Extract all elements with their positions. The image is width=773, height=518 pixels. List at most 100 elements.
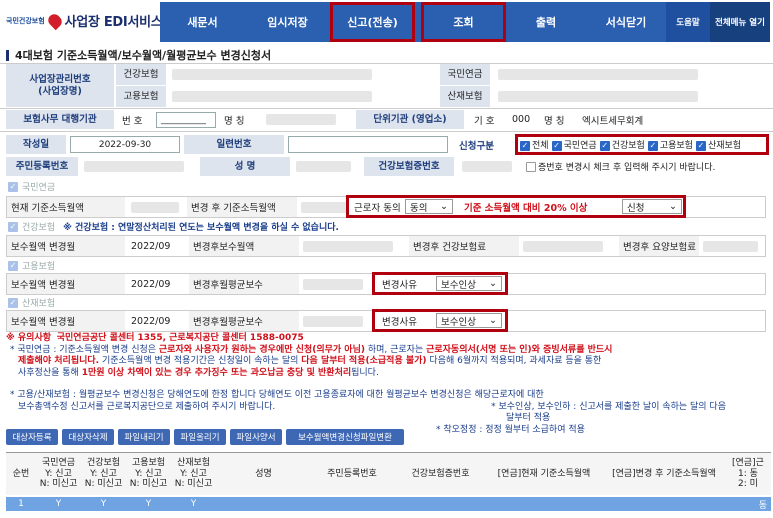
notice-head: ※ 유의사항 <box>6 333 52 343</box>
health-month-value: 2022/09 <box>131 240 171 252</box>
page-title-text: 4대보험 기준소득월액/보수월액/월평균보수 변경신청서 <box>15 49 272 62</box>
health-after-value <box>299 236 409 256</box>
rrn-value <box>80 158 200 175</box>
card-change-option[interactable]: 증번호 변경시 체크 후 입력해 주시기 바랍니다. <box>522 158 766 175</box>
consent-select[interactable]: 동의 ⌄ <box>405 199 453 214</box>
health-care-value <box>699 236 765 256</box>
accident-after-label: 변경후월평균보수 <box>189 311 299 331</box>
nav-help[interactable]: 도움말 <box>666 2 710 42</box>
agent-name-value <box>262 111 352 128</box>
employment-employer-no <box>168 88 436 105</box>
accident-reason-label: 변경사유 <box>382 317 417 328</box>
health-employer-no <box>168 66 436 83</box>
type-all-checkbox[interactable]: ✓ 전체 <box>520 138 549 151</box>
unit-code-label: 기 호 <box>470 111 508 128</box>
health-month-label: 보수월액 변경월 <box>7 236 125 256</box>
col-no: 순번 <box>6 453 36 495</box>
request-select[interactable]: 신청 ⌄ <box>622 199 682 214</box>
accident-employer-no <box>494 88 766 105</box>
employment-month-label: 보수월액 변경월 <box>7 274 125 294</box>
col-after-income: [연금]변경 후 기준소득월액 <box>600 453 728 495</box>
unit-name-label: 명 칭 <box>540 111 578 128</box>
brand-text: 국민건강보험 <box>6 16 45 25</box>
col-current-income: [연금]현재 기준소득월액 <box>488 453 600 495</box>
health-note: ※ 건강보험 : 연말정산처리된 연도는 보수월액 변경을 하실 수 없습니다. <box>63 223 339 233</box>
pension-label: 국민연금 <box>440 64 490 85</box>
accident-after-value <box>299 311 375 331</box>
health-label: 건강보험 <box>116 64 166 85</box>
col-pension: 국민연금 Y: 신고 N: 미신고 <box>36 453 81 495</box>
health-premium-label: 변경후 건강보험료 <box>409 236 519 256</box>
nav-all-menu[interactable]: 전체메뉴 열기 <box>710 2 770 42</box>
pension-section-label: ✓ 국민연금 <box>8 181 56 193</box>
serial-label: 일련번호 <box>184 135 284 154</box>
logo: 국민건강보험 사업장 EDI서비스 <box>6 11 163 30</box>
notice-contact: 국민연금공단 콜센터 1355, 근로복지공단 콜센터 1588-0075 <box>56 333 304 343</box>
health-after-label: 변경후보수월액 <box>189 236 299 256</box>
chevron-down-icon: ⌄ <box>440 201 448 212</box>
accident-month-value: 2022/09 <box>131 315 171 327</box>
accident-label: 산재보험 <box>440 86 490 107</box>
nav-temp-save[interactable]: 임시저장 <box>245 2 330 42</box>
unit-label: 단위기관 (영업소) <box>356 110 464 129</box>
type-pension-checkbox[interactable]: ✓ 국민연금 <box>551 138 597 151</box>
accident-section-label: ✓ 산재보험 <box>8 297 56 309</box>
health-section-label: ✓ 건강보험 ※ 건강보험 : 연말정산처리된 연도는 보수월액 변경을 하실 수 … <box>8 221 339 233</box>
employment-after-value <box>299 274 375 294</box>
file-spec-button[interactable]: 파일사양서 <box>230 429 282 445</box>
agent-no-input[interactable]: __________ <box>156 112 216 128</box>
accident-month-label: 보수월액 변경월 <box>7 311 125 331</box>
notice-employment-2: 보수총액수정 신고서를 근로복지공단으로 제출하여 주시기 바랍니다. <box>18 401 276 412</box>
col-accident: 산재보험 Y: 신고 N: 미신고 <box>171 453 216 495</box>
agent-label: 보험사무 대행기관 <box>6 110 114 129</box>
nav-new-document[interactable]: 새문서 <box>160 2 245 42</box>
employment-month-value: 2022/09 <box>131 278 171 290</box>
col-health: 건강보험 Y: 신고 N: 미신고 <box>81 453 126 495</box>
type-accident-checkbox[interactable]: ✓ 산재보험 <box>695 138 741 151</box>
pension-warning: 기준 소득월액 대비 20% 이상 <box>464 203 588 214</box>
convert-file-button[interactable]: 보수월액변경신청파일변환 <box>286 429 404 445</box>
consent-label: 근로자 동의 <box>354 203 401 214</box>
employment-reason-select[interactable]: 보수인상 ⌄ <box>436 276 502 291</box>
top-bar: 국민건강보험 사업장 EDI서비스 새문서 임시저장 신고(전송) 조회 출력 … <box>0 0 773 48</box>
type-health-checkbox[interactable]: ✓ 건강보험 <box>599 138 645 151</box>
pension-current-label: 현재 기준소득월액 <box>7 197 125 217</box>
unit-code-value: 000 <box>508 111 538 128</box>
register-target-button[interactable]: 대상자등록 <box>6 429 58 445</box>
serial-input[interactable] <box>288 136 448 153</box>
notice-reason-2: 달부터 적용 <box>506 413 551 423</box>
nav-print[interactable]: 출력 <box>506 2 586 42</box>
col-consent: [연금]근 1: 동 2: 미 <box>728 453 771 495</box>
card-change-checkbox[interactable] <box>526 161 536 172</box>
type-label: 신청구분 <box>455 136 515 153</box>
pension-current-value <box>127 197 187 217</box>
notice-reason-1: * 보수인상, 보수인하 : 신고서를 제출한 날이 속하는 달의 다음 <box>491 401 726 412</box>
name-label: 성 명 <box>200 157 290 176</box>
service-title: 사업장 EDI서비스 <box>64 15 163 30</box>
employment-label: 고용보험 <box>116 86 166 107</box>
health-care-label: 변경후 요양보험료 <box>619 236 699 256</box>
date-label: 작성일 <box>6 135 66 154</box>
page-title: 4대보험 기준소득월액/보수월액/월평균보수 변경신청서 <box>6 47 271 63</box>
chevron-down-icon: ⌄ <box>489 278 497 289</box>
upload-file-button[interactable]: 파일올리기 <box>174 429 226 445</box>
accident-reason-select[interactable]: 보수인상 ⌄ <box>436 313 502 328</box>
table-row[interactable]: 1 Y Y Y Y 동 <box>6 497 771 511</box>
download-file-button[interactable]: 파일내리기 <box>118 429 170 445</box>
agent-name-label: 명 칭 <box>220 111 260 128</box>
col-rrn: 주민등록번호 <box>311 453 393 495</box>
pension-after-label: 변경 후 기준소득월액 <box>187 197 297 217</box>
nav-submit[interactable]: 신고(전송) <box>330 2 415 42</box>
nav-close-form[interactable]: 서식닫기 <box>586 2 666 42</box>
date-input[interactable]: 2022-09-30 <box>70 136 180 153</box>
title-marker <box>6 49 9 61</box>
health-premium-value <box>519 236 619 256</box>
type-employment-checkbox[interactable]: ✓ 고용보험 <box>647 138 693 151</box>
type-checkboxes: ✓ 전체 ✓ 국민연금 ✓ 건강보험 ✓ 고용보험 ✓ 산재보험 <box>520 138 741 151</box>
col-employment: 고용보험 Y: 신고 N: 미신고 <box>126 453 171 495</box>
chevron-down-icon: ⌄ <box>489 315 497 326</box>
delete-target-button[interactable]: 대상자삭제 <box>62 429 114 445</box>
col-health-card: 건강보험증번호 <box>393 453 488 495</box>
main-nav: 새문서 임시저장 신고(전송) 조회 출력 서식닫기 도움말 전체메뉴 열기 <box>160 2 770 42</box>
nav-inquiry[interactable]: 조회 <box>421 2 506 42</box>
